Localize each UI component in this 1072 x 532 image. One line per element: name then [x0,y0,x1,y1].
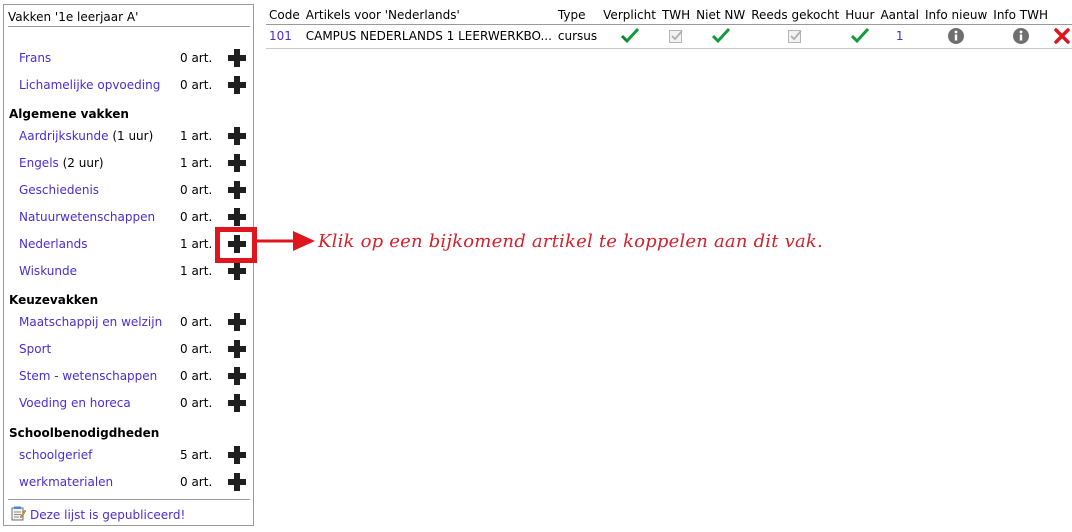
subject-row-natuurwetenschappen: Natuurwetenschappen 0 art. [4,204,253,231]
article-name: CAMPUS NEDERLANDS 1 LEERWERKBO... [305,29,552,44]
subjects-panel: Vakken '1e leerjaar A' Frans 0 art. Lich… [3,4,254,526]
grey-check-icon [788,30,802,44]
subject-link-werkmaterialen[interactable]: werkmaterialen [19,475,113,489]
article-count: 0 art. [180,475,213,489]
subject-link-wiskunde[interactable]: Wiskunde [19,264,77,278]
article-type: cursus [554,24,601,49]
article-count: 1 art. [180,129,213,143]
subject-link-engels[interactable]: Engels [19,156,59,170]
annotation-text: Klik op een bijkomend artikel te koppele… [318,231,823,252]
subject-row-frans: Frans 0 art. [4,45,253,72]
subject-link-schoolgerief[interactable]: schoolgerief [19,448,92,462]
grey-check-icon [669,30,683,44]
col-twh: TWH [658,6,694,25]
col-already-bought: Reeds gekocht [748,6,843,25]
article-count: 0 art. [180,183,213,197]
subject-hours: (2 uur) [58,156,104,170]
subject-link-stem-wetenschappen[interactable]: Stem - wetenschappen [19,369,157,383]
subject-link-frans[interactable]: Frans [19,51,51,65]
article-count: 0 art. [180,210,213,224]
add-article-icon[interactable] [227,75,247,95]
col-mandatory: Verplicht [600,6,659,25]
subject-row-schoolgerief: schoolgerief 5 art. [4,442,253,469]
add-article-icon[interactable] [227,207,247,227]
col-actions [1051,6,1072,25]
article-count: 1 art. [180,156,213,170]
col-type: Type [554,6,601,25]
subject-row-maatschappij-en-welzijn: Maatschappij en welzijn 0 art. [4,309,253,336]
article-count: 0 art. [180,51,213,65]
add-article-icon[interactable] [227,312,247,332]
info-icon[interactable] [1012,27,1030,45]
green-check-icon[interactable] [620,28,639,44]
subject-link-sport[interactable]: Sport [19,342,51,356]
article-count: 0 art. [180,396,213,410]
article-count: 0 art. [180,78,213,92]
article-count: 1 art. [180,264,213,278]
group-heading-schoolbenodigdheden: Schoolbenodigdheden [9,426,160,440]
article-count: 0 art. [180,315,213,329]
articles-table: Code Artikels voor 'Nederlands' Type Ver… [266,6,1072,49]
group-heading-keuzevakken: Keuzevakken [9,293,99,307]
article-count: 0 art. [180,342,213,356]
table-header-row: Code Artikels voor 'Nederlands' Type Ver… [266,6,1072,25]
subject-link-voeding-en-horeca[interactable]: Voeding en horeca [19,396,131,410]
annotation-arrow-icon [257,231,315,251]
article-count: 1 art. [180,237,213,251]
subject-link-lichamelijke-opvoeding[interactable]: Lichamelijke opvoeding [19,78,160,92]
article-count: 5 art. [180,448,213,462]
add-article-icon[interactable] [227,180,247,200]
subject-row-wiskunde: Wiskunde 1 art. [4,258,253,285]
subject-row-nederlands: Nederlands 1 art. [4,231,253,258]
group-heading-algemene-vakken: Algemene vakken [9,107,129,121]
col-info-new: Info nieuw [922,6,991,25]
col-rent: Huur [842,6,878,25]
article-count: 0 art. [180,369,213,383]
subject-link-aardrijkskunde[interactable]: Aardrijkskunde [19,129,109,143]
add-article-icon[interactable] [227,472,247,492]
subject-link-maatschappij-en-welzijn[interactable]: Maatschappij en welzijn [19,315,162,329]
article-code-link[interactable]: 101 [269,29,292,43]
subject-row-stem-wetenschappen: Stem - wetenschappen 0 art. [4,363,253,390]
notepad-icon [11,506,26,521]
amount-link[interactable]: 1 [896,29,904,43]
panel-title-divider [8,26,250,27]
add-article-icon[interactable] [227,48,247,68]
add-article-icon[interactable] [227,445,247,465]
subject-link-nederlands[interactable]: Nederlands [19,237,87,251]
panel-title: Vakken '1e leerjaar A' [8,10,139,24]
subject-row-aardrijkskunde: Aardrijkskunde (1 uur) 1 art. [4,123,253,150]
add-article-icon[interactable] [227,153,247,173]
green-check-icon[interactable] [711,28,730,44]
subject-row-geschiedenis: Geschiedenis 0 art. [4,177,253,204]
subject-row-lichamelijke-opvoeding: Lichamelijke opvoeding 0 art. [4,72,253,99]
col-amount: Aantal [877,6,922,25]
red-x-icon[interactable] [1054,28,1070,44]
add-article-icon[interactable] [227,339,247,359]
add-article-icon[interactable] [227,393,247,413]
subject-row-voeding-en-horeca: Voeding en horeca 0 art. [4,390,253,417]
info-icon[interactable] [947,27,965,45]
add-article-icon[interactable] [227,126,247,146]
col-not-nw: Niet NW [693,6,749,25]
subject-row-engels: Engels (2 uur) 1 art. [4,150,253,177]
col-article: Artikels voor 'Nederlands' [302,6,555,25]
green-check-icon[interactable] [850,28,869,44]
footer-divider [8,499,250,500]
subject-link-geschiedenis[interactable]: Geschiedenis [19,183,99,197]
add-article-icon[interactable] [227,366,247,386]
col-info-twh: Info TWH [990,6,1052,25]
subject-link-natuurwetenschappen[interactable]: Natuurwetenschappen [19,210,155,224]
published-link[interactable]: Deze lijst is gepubliceerd! [30,506,185,524]
subject-row-sport: Sport 0 art. [4,336,253,363]
table-row: 101 CAMPUS NEDERLANDS 1 LEERWERKBO... cu… [266,24,1072,49]
add-article-icon[interactable] [227,234,247,254]
col-code: Code [266,6,303,25]
subject-hours: (1 uur) [108,129,154,143]
subject-row-werkmaterialen: werkmaterialen 0 art. [4,469,253,496]
add-article-icon[interactable] [227,261,247,281]
